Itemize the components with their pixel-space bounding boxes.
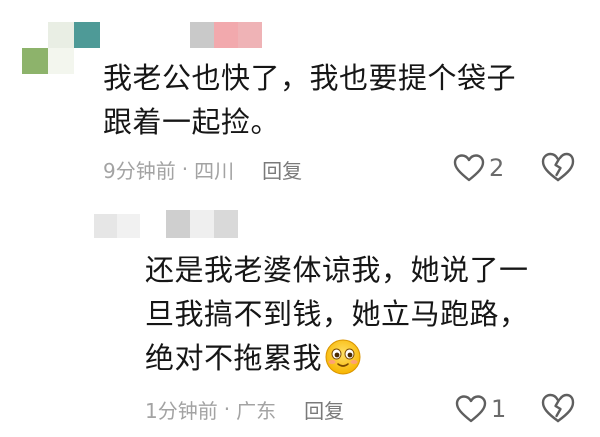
dislike-button[interactable] <box>540 151 576 187</box>
comment-meta: 9分钟前 · 四川 回复 <box>103 154 302 184</box>
comment-text: 我老公也快了，我也要提个袋子 跟着一起捡。 <box>103 61 517 139</box>
comment-location: 四川 <box>194 158 235 183</box>
reply-button[interactable]: 回复 <box>262 155 302 184</box>
meta-separator: · <box>181 157 189 181</box>
username[interactable] <box>190 22 262 48</box>
heart-outline-icon <box>453 154 485 182</box>
comment-location: 广东 <box>236 398 277 423</box>
blushing-face-emoji <box>325 339 361 375</box>
like-count: 1 <box>491 395 507 423</box>
comment-time: 9分钟前 <box>103 158 176 183</box>
username[interactable] <box>166 210 238 238</box>
heart-outline-icon <box>455 395 487 423</box>
comment-text: 还是我老婆体谅我，她说了一 旦我搞不到钱，她立马跑路， 绝对不拖累我 <box>145 248 529 380</box>
dislike-button[interactable] <box>540 392 576 428</box>
broken-heart-icon <box>541 152 575 182</box>
comment-time: 1分钟前 <box>145 398 218 423</box>
like-button[interactable]: 2 <box>453 150 504 186</box>
like-count: 2 <box>489 154 505 182</box>
comment-meta: 1分钟前 · 广东 回复 <box>145 394 344 424</box>
avatar[interactable] <box>22 22 100 74</box>
like-button[interactable]: 1 <box>455 391 506 427</box>
avatar[interactable] <box>94 214 140 238</box>
broken-heart-icon <box>541 393 575 423</box>
reply-button[interactable]: 回复 <box>304 395 344 424</box>
meta-separator: · <box>223 397 231 421</box>
